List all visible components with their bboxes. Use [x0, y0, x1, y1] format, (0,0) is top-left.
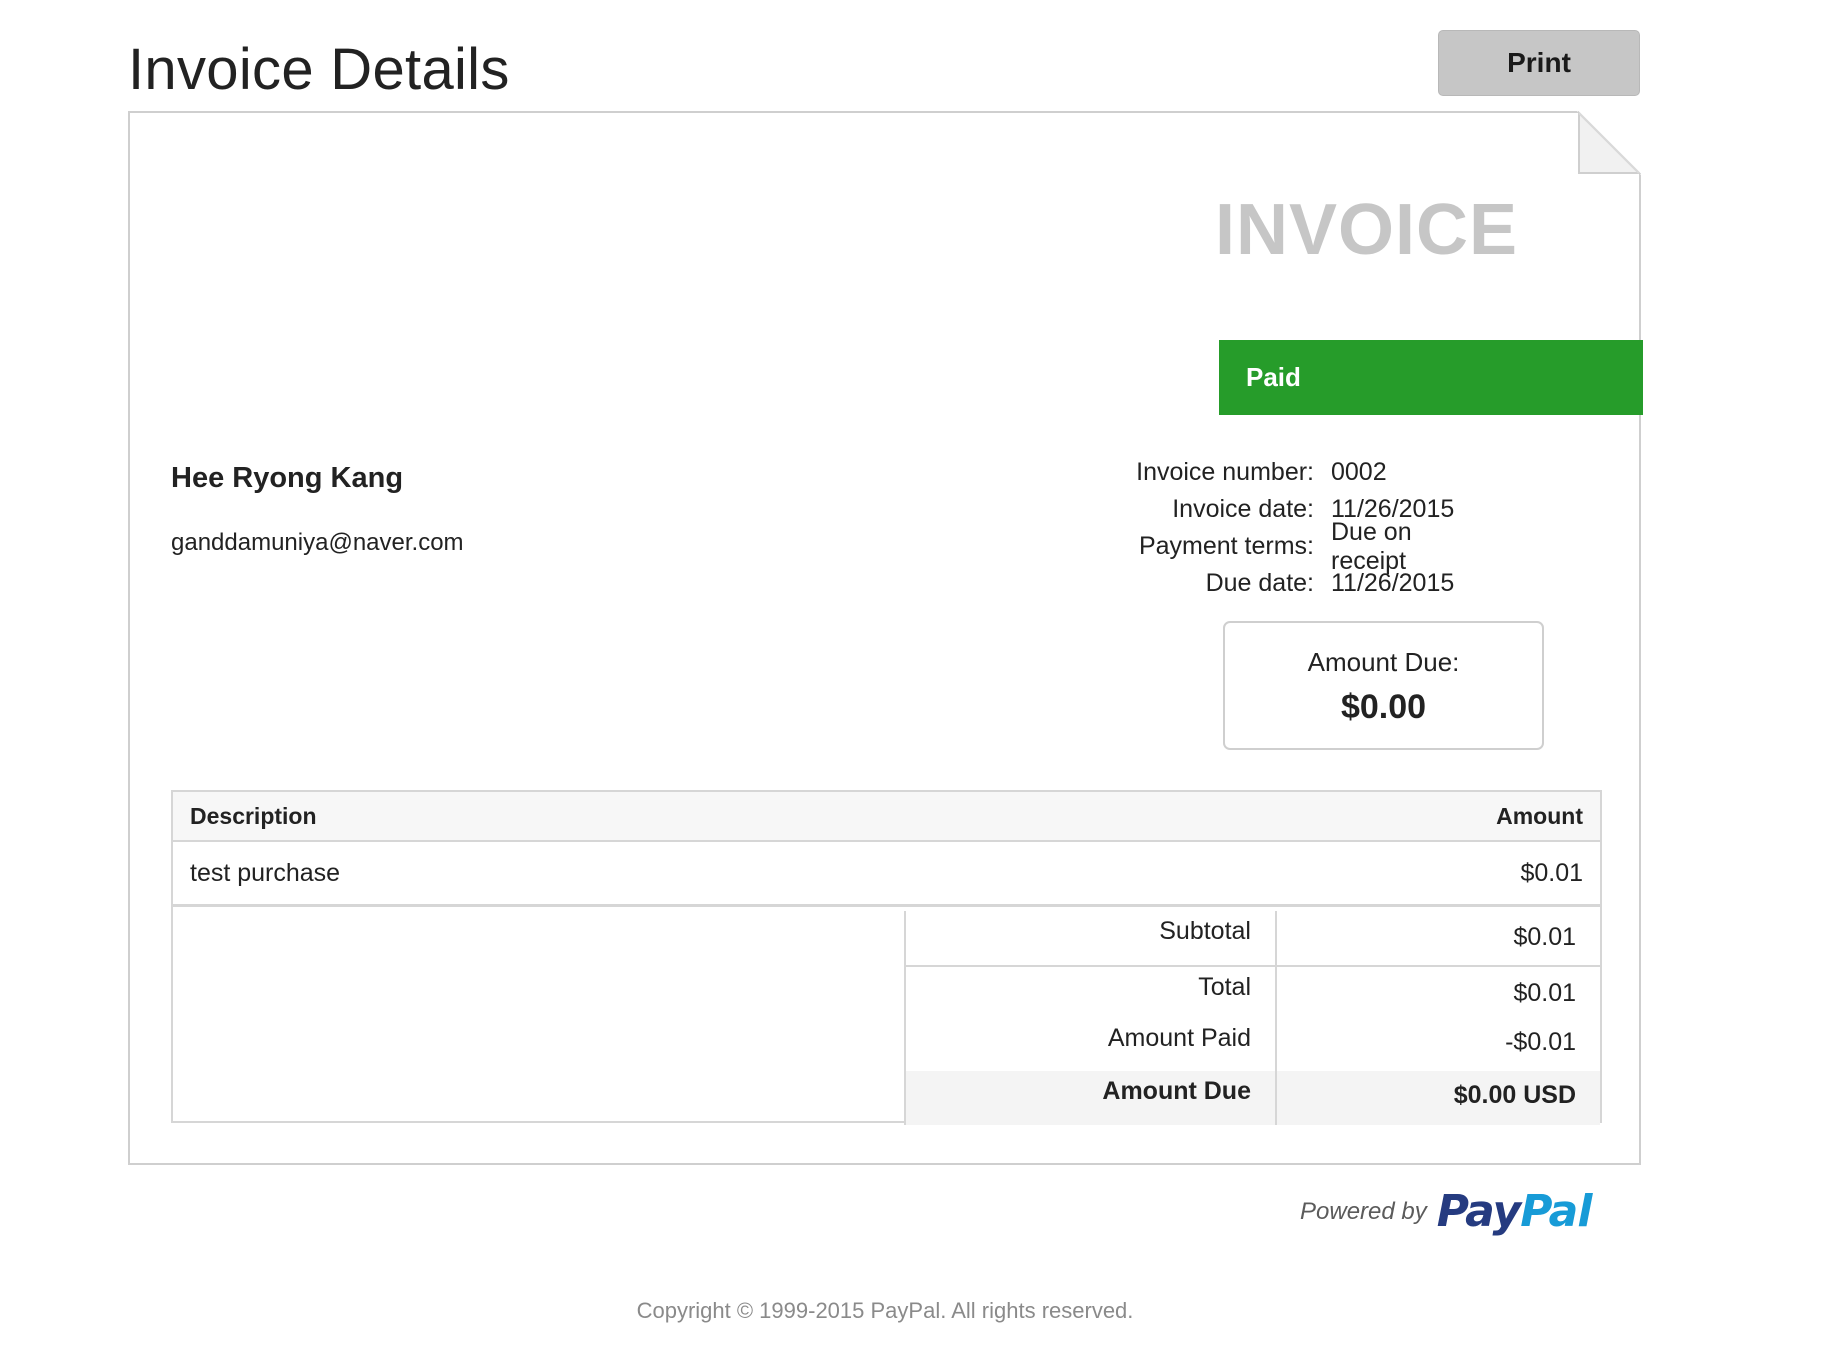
page: Invoice Details Print INVOICE Paid Hee R…: [0, 0, 1832, 1358]
page-corner-fold-icon: [1577, 111, 1641, 175]
totals-area: Subtotal $0.01 Total $0.01 Amount Paid -…: [171, 905, 1602, 1125]
copyright: Copyright © 1999-2015 PayPal. All rights…: [636, 1298, 1134, 1323]
amount-due-box: Amount Due: $0.00: [1223, 621, 1544, 750]
page-title: Invoice Details: [128, 37, 510, 102]
items-table-header: Description Amount: [173, 792, 1600, 842]
status-banner: Paid: [1219, 340, 1643, 415]
column-header-description: Description: [190, 802, 317, 829]
paypal-logo: PayPal: [1436, 1186, 1593, 1237]
totals-label: Amount Due: [906, 1071, 1277, 1125]
status-badge: Paid: [1246, 362, 1301, 392]
item-amount: $0.01: [1520, 858, 1583, 887]
totals-label: Total: [906, 967, 1277, 1018]
amount-due-total-value: $0.00 USD: [1453, 1081, 1576, 1109]
paypal-logo-pay: Pay: [1436, 1186, 1521, 1237]
due-date-row: Due date: 11/26/2015: [930, 565, 1490, 602]
amount-paid-row: Amount Paid -$0.01: [906, 1018, 1600, 1071]
amount-due-value: $0.00: [1340, 688, 1427, 726]
paypal-logo-pal: Pal: [1520, 1186, 1592, 1237]
subtotal-value: $0.01: [1513, 923, 1576, 951]
meta-label: Due date:: [1205, 569, 1314, 597]
print-button[interactable]: Print: [1438, 30, 1640, 96]
meta-label: Invoice date:: [1172, 495, 1314, 523]
items-table: Description Amount test purchase $0.01: [171, 790, 1602, 906]
item-description: test purchase: [190, 858, 341, 887]
subtotal-row: Subtotal $0.01: [906, 911, 1600, 965]
amount-due-row: Amount Due $0.00 USD: [906, 1071, 1600, 1125]
totals-label: Subtotal: [906, 911, 1277, 965]
invoice-heading: INVOICE: [1215, 190, 1519, 270]
customer-email: ganddamuniya@naver.com: [171, 529, 464, 556]
meta-label: Invoice number:: [1136, 458, 1314, 486]
meta-label: Payment terms:: [1138, 532, 1314, 560]
totals-label: Amount Paid: [906, 1018, 1277, 1071]
column-header-amount: Amount: [1496, 802, 1583, 829]
invoice-sheet: INVOICE Paid Hee Ryong Kang ganddamuniya…: [128, 111, 1643, 1165]
payment-terms-value: Due on receipt: [1331, 517, 1412, 575]
table-row: test purchase $0.01: [173, 842, 1600, 904]
invoice-meta: Invoice number: 0002 Invoice date: 11/26…: [930, 454, 1490, 602]
invoice-number-row: Invoice number: 0002: [930, 454, 1490, 491]
totals-grid: Subtotal $0.01 Total $0.01 Amount Paid -…: [904, 911, 1600, 1125]
due-date-value: 11/26/2015: [1331, 569, 1455, 597]
invoice-number-value: 0002: [1331, 458, 1387, 486]
amount-due-label: Amount Due:: [1307, 647, 1460, 677]
powered-by: Powered by PayPal: [1300, 1186, 1593, 1237]
customer-name: Hee Ryong Kang: [171, 462, 404, 494]
total-value: $0.01: [1513, 979, 1576, 1007]
amount-paid-value: -$0.01: [1505, 1028, 1576, 1056]
powered-by-text: Powered by: [1300, 1197, 1427, 1225]
total-row: Total $0.01: [906, 965, 1600, 1018]
payment-terms-row: Payment terms: Due on receipt: [930, 518, 1490, 575]
